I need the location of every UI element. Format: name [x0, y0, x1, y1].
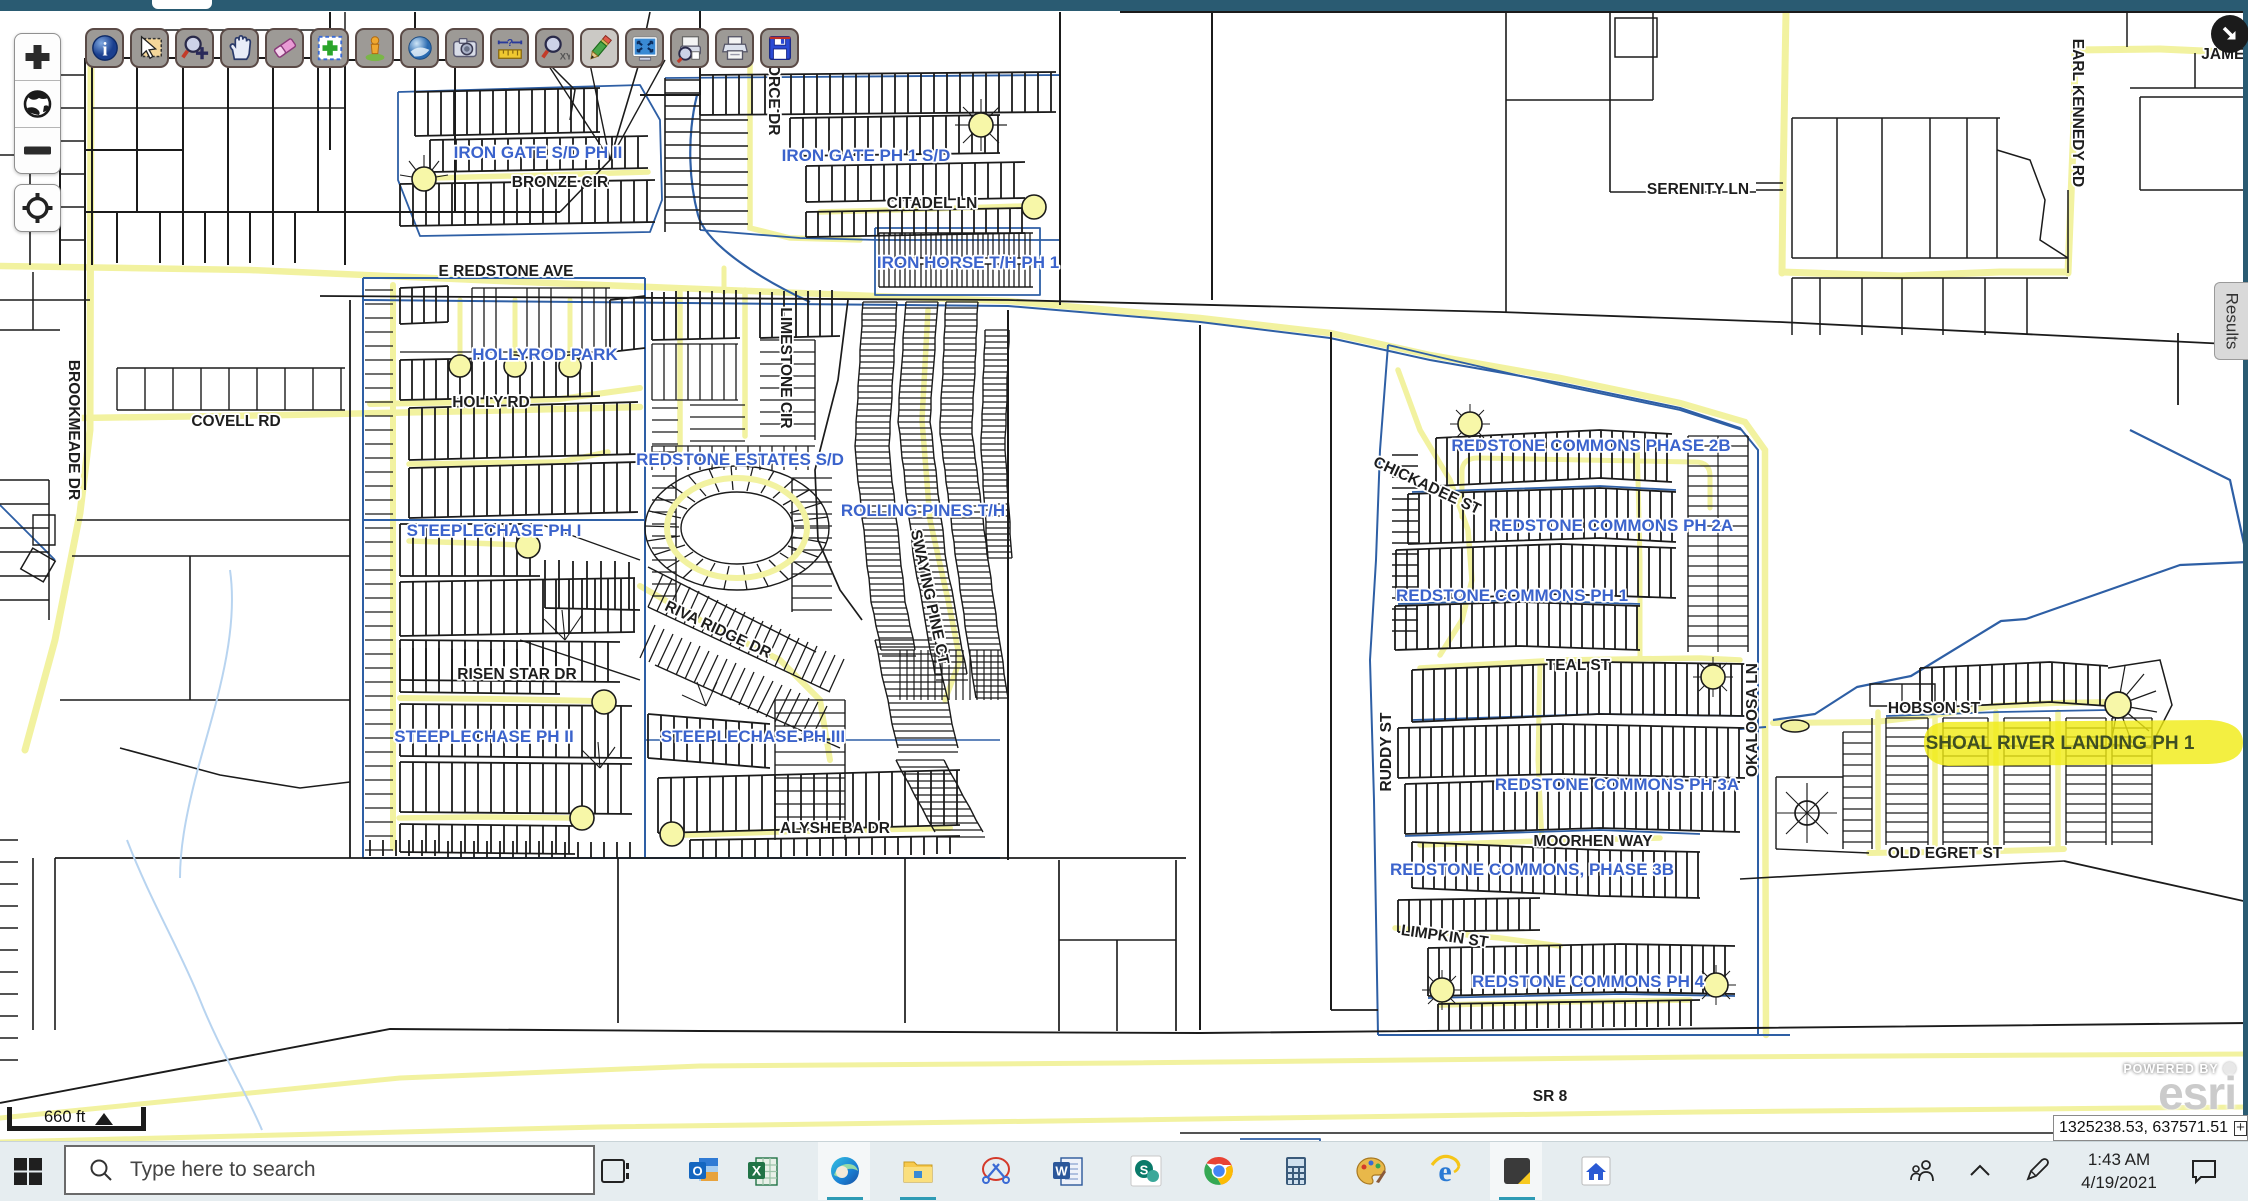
svg-text:REDSTONE COMMONS PH 2A: REDSTONE COMMONS PH 2A: [1489, 516, 1733, 535]
svg-text:CITADEL LN: CITADEL LN: [887, 195, 978, 212]
svg-text:COVELL RD: COVELL RD: [191, 413, 280, 430]
svg-text:IRON GATE PH 1 S/D: IRON GATE PH 1 S/D: [782, 146, 951, 165]
svg-text:IRON GATE S/D PH II: IRON GATE S/D PH II: [454, 143, 623, 162]
svg-text:HOBSON ST: HOBSON ST: [1888, 700, 1981, 717]
svg-text:HOLLYROD PARK: HOLLYROD PARK: [472, 345, 618, 364]
svg-text:ROLLING PINES T/H: ROLLING PINES T/H: [841, 501, 1005, 520]
svg-text:X: X: [752, 1163, 762, 1179]
svg-text:REDSTONE ESTATES S/D: REDSTONE ESTATES S/D: [636, 450, 844, 469]
svg-text:XY: XY: [559, 51, 569, 61]
svg-text:STEEPLECHASE PH II: STEEPLECHASE PH II: [394, 727, 573, 746]
svg-text:ALYSHEBA DR: ALYSHEBA DR: [780, 820, 890, 837]
svg-text:RUDDY ST: RUDDY ST: [1378, 712, 1395, 791]
svg-text:HOLLY RD: HOLLY RD: [452, 394, 530, 411]
svg-text:REDSTONE COMMONS PH 1: REDSTONE COMMONS PH 1: [1396, 586, 1628, 605]
svg-text:SHOAL RIVER LANDING PH 1: SHOAL RIVER LANDING PH 1: [1926, 733, 2195, 754]
svg-text:OKALOOSA LN: OKALOOSA LN: [1744, 663, 1761, 777]
svg-text:i: i: [102, 40, 107, 61]
svg-text:TEAL ST: TEAL ST: [1546, 657, 1611, 674]
svg-text:SR 8: SR 8: [1533, 1088, 1568, 1105]
svg-text:e: e: [1438, 1155, 1451, 1188]
svg-text:E REDSTONE AVE: E REDSTONE AVE: [439, 263, 574, 280]
svg-text:BROOKMEADE DR: BROOKMEADE DR: [65, 360, 82, 500]
svg-text:IRON HORSE T/H PH 1: IRON HORSE T/H PH 1: [877, 253, 1059, 272]
svg-text:BRONZE CIR: BRONZE CIR: [512, 174, 608, 191]
svg-text:W: W: [1055, 1164, 1068, 1179]
svg-text:?: ?: [506, 38, 512, 49]
svg-text:STEEPLECHASE PH III: STEEPLECHASE PH III: [661, 727, 845, 746]
svg-text:SERENITY LN: SERENITY LN: [1647, 181, 1749, 198]
svg-text:LIMESTONE CIR: LIMESTONE CIR: [777, 307, 794, 428]
svg-text:REDSTONE COMMONS, PHASE 3B: REDSTONE COMMONS, PHASE 3B: [1390, 860, 1674, 879]
svg-text:REDSTONE COMMONS PH 3A: REDSTONE COMMONS PH 3A: [1495, 775, 1739, 794]
svg-text:MOORHEN WAY: MOORHEN WAY: [1533, 833, 1653, 850]
svg-text:O: O: [692, 1164, 702, 1179]
svg-text:STEEPLECHASE PH I: STEEPLECHASE PH I: [407, 521, 582, 540]
svg-text:EARL KENNEDY RD: EARL KENNEDY RD: [2069, 39, 2086, 187]
svg-text:REDSTONE COMMONS PHASE 2B: REDSTONE COMMONS PHASE 2B: [1451, 436, 1730, 455]
svg-text:RISEN STAR DR: RISEN STAR DR: [457, 666, 576, 683]
svg-text:REDSTONE COMMONS PH 4: REDSTONE COMMONS PH 4: [1472, 972, 1705, 991]
svg-text:OLD EGRET ST: OLD EGRET ST: [1888, 845, 2003, 862]
